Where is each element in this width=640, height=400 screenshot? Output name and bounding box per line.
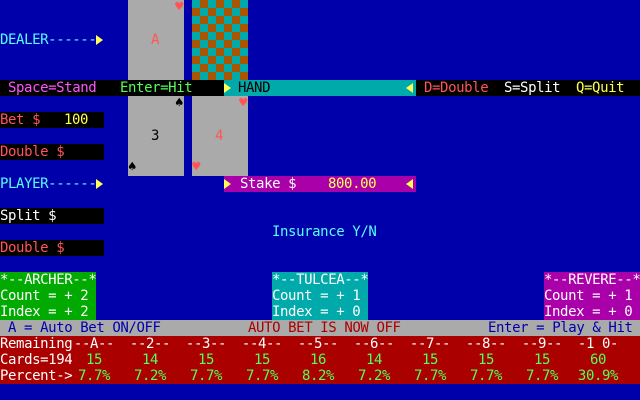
bet-label: Bet $: [0, 112, 41, 128]
revere-index: Index = + 0: [544, 304, 633, 320]
revere-title: *--REVERE--*: [544, 272, 640, 288]
table-column-header: --9--: [521, 336, 563, 352]
tulcea-count: Count = + 1: [272, 288, 361, 304]
dealer-up-card: ♥ A: [128, 0, 184, 80]
table-count-cell: 15: [421, 352, 439, 368]
play-hit-command[interactable]: Enter = Play & Hit: [488, 320, 633, 336]
split-label: Split $: [0, 208, 57, 224]
hit-command[interactable]: Enter=Hit: [120, 80, 193, 96]
hand-label: HAND: [238, 80, 271, 96]
table-column-header: --2--: [129, 336, 171, 352]
table-percent-cell: 7.2%: [133, 368, 167, 384]
table-percent-cell: 7.7%: [525, 368, 559, 384]
player-card-1-rank: 3: [151, 128, 160, 144]
table-percent-cell: 8.2%: [301, 368, 335, 384]
archer-count: Count = + 2: [0, 288, 89, 304]
tulcea-title: *--TULCEA--*: [272, 272, 369, 288]
table-count-cell: 14: [141, 352, 159, 368]
hand-arrow-left-icon: [406, 80, 413, 96]
split-command[interactable]: S=Split: [504, 80, 561, 96]
double-command[interactable]: D=Double: [424, 80, 489, 96]
table-count-cell: 15: [253, 352, 271, 368]
remaining-label: Remaining: [0, 336, 73, 352]
table-count-cell: 15: [533, 352, 551, 368]
table-count-cell: 16: [309, 352, 327, 368]
heart-icon: ♥: [175, 0, 184, 15]
archer-counter: *--ARCHER--* Count = + 2 Index = + 2: [0, 272, 97, 320]
table-percent-cell: 7.7%: [77, 368, 111, 384]
player-arrow-icon: [96, 179, 104, 189]
player-card-2-rank: 4: [215, 128, 224, 144]
table-percent-cell: 7.7%: [469, 368, 503, 384]
stake-value: 800.00: [328, 176, 377, 192]
double1-label: Double $: [0, 144, 65, 160]
stand-command[interactable]: Space=Stand: [8, 80, 97, 96]
archer-index: Index = + 2: [0, 304, 89, 320]
table-column-header: --A--: [73, 336, 115, 352]
table-column-header: --6--: [353, 336, 395, 352]
quit-command[interactable]: Q=Quit: [576, 80, 625, 96]
spade-icon: ♠: [128, 159, 137, 175]
tulcea-counter: *--TULCEA--* Count = + 1 Index = + 0: [272, 272, 369, 320]
cards-remaining-label: Cards=194: [0, 352, 73, 368]
table-percent-cell: 7.7%: [189, 368, 223, 384]
heart-icon: ♥: [239, 95, 248, 111]
table-column-header: -1 0-: [577, 336, 619, 352]
stake-label: Stake $: [240, 176, 297, 192]
table-count-cell: 15: [85, 352, 103, 368]
table-count-cell: 15: [477, 352, 495, 368]
table-column-header: --4--: [241, 336, 283, 352]
stake-arrow-right-icon: [224, 176, 231, 192]
table-percent-cell: 7.2%: [357, 368, 391, 384]
stake-arrow-left-icon: [406, 176, 413, 192]
tulcea-index: Index = + 0: [272, 304, 361, 320]
heart-icon: ♥: [192, 159, 201, 175]
table-percent-cell: 7.7%: [245, 368, 279, 384]
table-percent-cell: 7.7%: [413, 368, 447, 384]
spade-icon: ♠: [175, 95, 184, 111]
player-card-2: ♥ 4 ♥: [192, 96, 248, 176]
table-percent-cell: 30.9%: [577, 368, 619, 384]
table-count-cell: 15: [197, 352, 215, 368]
table-column-header: --8--: [465, 336, 507, 352]
dealer-label: DEALER------: [0, 32, 104, 48]
bet-value: 100: [64, 112, 89, 128]
revere-counter: *--REVERE--* Count = + 1 Index = + 0: [544, 272, 640, 320]
hand-arrow-right-icon: [224, 80, 231, 96]
autobet-toggle[interactable]: A = Auto Bet ON/OFF: [8, 320, 161, 336]
double2-label: Double $: [0, 240, 65, 256]
insurance-prompt[interactable]: Insurance Y/N: [272, 224, 377, 240]
player-card-1: ♠ 3 ♠: [128, 96, 184, 176]
percent-label: Percent->: [0, 368, 73, 384]
table-column-header: --5--: [297, 336, 339, 352]
revere-count: Count = + 1: [544, 288, 633, 304]
dealer-hole-card: [192, 0, 248, 80]
table-count-cell: 60: [589, 352, 607, 368]
player-label: PLAYER------: [0, 176, 104, 192]
table-column-header: --3--: [185, 336, 227, 352]
table-column-header: --7--: [409, 336, 451, 352]
autobet-status: AUTO BET IS NOW OFF: [248, 320, 401, 336]
table-count-cell: 14: [365, 352, 383, 368]
archer-title: *--ARCHER--*: [0, 272, 97, 288]
dealer-card-rank: A: [151, 32, 160, 48]
dealer-arrow-icon: [96, 35, 104, 45]
